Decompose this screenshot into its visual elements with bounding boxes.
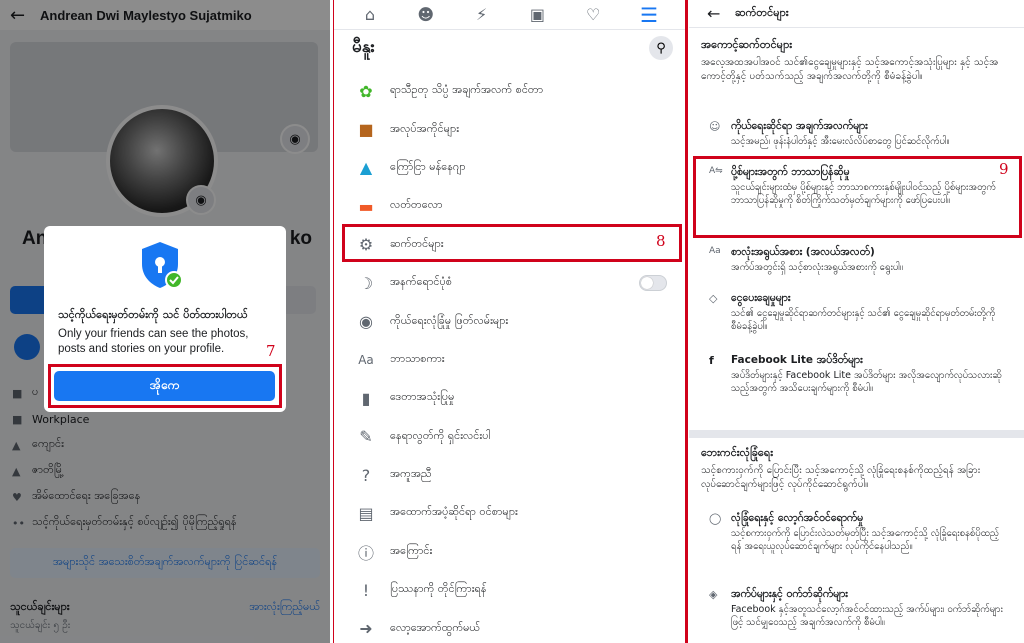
security-title: ဘေးကင်းလုံခြုံရေး bbox=[701, 446, 774, 459]
menu-item-dark-mode[interactable]: ☽ အနက်ရောင်ပုံစံ bbox=[334, 264, 685, 302]
settings-title: ဆက်တင်များ bbox=[735, 5, 789, 19]
home-icon[interactable]: ⌂ bbox=[355, 5, 385, 24]
highlight-box bbox=[693, 156, 1022, 238]
menu-item-label: ရာသီဥတု သိပ္ပံ အချက်အလက် စင်တာ bbox=[390, 83, 544, 97]
step-number: 7 bbox=[266, 342, 276, 360]
menu-item-logout[interactable]: ➜ လော့အောက်ထွက်မယ် bbox=[334, 609, 685, 643]
profile-locked-dialog: သင့်ကိုယ်ရေးမှတ်တမ်းကို သင် ပိတ်ထားပါတယ်… bbox=[44, 226, 286, 412]
settings-item-desc: အပ်ဒိတ်များနှင့် Facebook Lite အပ်ဒိတ်မျ… bbox=[731, 370, 1002, 394]
shield-icon: ◯ bbox=[709, 512, 722, 525]
payment-icon: ◇ bbox=[709, 292, 718, 305]
menu-item-label: ကြော်ငြာ မန်နေဂျာ bbox=[390, 159, 466, 173]
inbox-icon: ▤ bbox=[358, 503, 374, 523]
menu-item-label: အလုပ်အကိုင်များ bbox=[390, 121, 459, 135]
dialog-title: သင့်ကိုယ်ရေးမှတ်တမ်းကို သင် ပိတ်ထားပါတယ် bbox=[58, 308, 248, 321]
menu-list: ✿ ရာသီဥတု သိပ္ပံ အချက်အလက် စင်တာ ■ အလုပ်အက… bbox=[334, 72, 685, 643]
account-settings-desc: အလေ့အထအပါအဝင် သင်၏ငွေချေမှုများနှင့် သင့… bbox=[701, 57, 999, 82]
menu-item-data-usage[interactable]: ▮ ဒေတာအသုံးပြုမှု bbox=[334, 379, 685, 417]
menu-item-label: ကိုယ်ရေးလုံခြုံမှု ဖြတ်လမ်းများ bbox=[390, 313, 509, 327]
search-icon[interactable]: ⚲ bbox=[649, 36, 673, 60]
settings-item-desc: အက်ပ်အတွင်းရှိ သင့်စာလုံးအရွယ်အစားကို ရွ… bbox=[731, 262, 903, 273]
settings-item-desc: သင်၏ ငွေချေမှုဆိုင်ရာဆက်တင်များနှင့် သင်… bbox=[731, 308, 996, 332]
bar-chart-icon: ▮ bbox=[361, 388, 371, 408]
lock-icon: ◉ bbox=[359, 312, 373, 332]
settings-item-title: Facebook Lite အပ်ဒိတ်များ bbox=[731, 354, 863, 366]
menu-icon[interactable]: ☰ bbox=[634, 3, 664, 27]
messenger-icon[interactable]: ⚡ bbox=[467, 5, 497, 24]
recent-icon: ▬ bbox=[358, 196, 374, 216]
back-arrow-icon[interactable]: ← bbox=[707, 4, 735, 23]
moon-icon: ☽ bbox=[358, 273, 374, 293]
account-settings-title: အကောင့်ဆက်တင်များ bbox=[701, 38, 793, 51]
menu-item-about[interactable]: ⓘ အကြောင်း bbox=[334, 533, 685, 571]
person-icon: ☺ bbox=[709, 120, 721, 133]
settings-panel: ← ဆက်တင်များ အကောင့်ဆက်တင်များ အလေ့အထအပါ… bbox=[689, 0, 1024, 643]
top-tab-bar: ⌂ ☻ ⚡ ▣ ♡ ☰ bbox=[334, 0, 685, 30]
menu-item-label: ပြဿနာကို တိုင်ကြားရန် bbox=[390, 582, 487, 596]
warning-icon: ! bbox=[362, 580, 370, 600]
menu-item-label: လော့အောက်ထွက်မယ် bbox=[390, 620, 481, 634]
font-size-icon: Aa bbox=[709, 246, 721, 256]
broom-icon: ✎ bbox=[359, 427, 373, 447]
screenshot-collage: ← Andrean Dwi Maylestyo Sujatmiko ◉ ◉ An… bbox=[0, 0, 1024, 643]
settings-item-title: ကိုယ်ရေးဆိုင်ရာ အချက်အလက်များ bbox=[731, 120, 868, 132]
menu-item-clear-space[interactable]: ✎ နေရာလွတ်ကို ရှင်းလင်းပါ bbox=[334, 418, 685, 456]
language-icon: Aa bbox=[358, 352, 374, 367]
dark-mode-toggle[interactable] bbox=[639, 275, 667, 292]
settings-header: ← ဆက်တင်များ bbox=[689, 0, 1024, 28]
menu-item-privacy-shortcuts[interactable]: ◉ ကိုယ်ရေးလုံခြုံမှု ဖြတ်လမ်းများ bbox=[334, 302, 685, 340]
menu-item-climate[interactable]: ✿ ရာသီဥတု သိပ္ပံ အချက်အလက် စင်တာ bbox=[334, 72, 685, 110]
sprout-icon: ✿ bbox=[359, 81, 373, 101]
menu-item-support-inbox[interactable]: ▤ အထောက်အပံ့ဆိုင်ရာ ဝင်စာများ bbox=[334, 494, 685, 532]
friends-icon[interactable]: ☻ bbox=[411, 5, 441, 24]
menu-header: မီနူး ⚲ bbox=[334, 30, 685, 66]
facebook-icon: f bbox=[709, 354, 714, 367]
shield-lock-icon bbox=[142, 242, 183, 289]
cube-icon: ◈ bbox=[709, 588, 718, 601]
menu-title: မီနူး bbox=[352, 36, 375, 57]
menu-panel: ⌂ ☻ ⚡ ▣ ♡ ☰ မီနူး ⚲ ✿ ရာသီဥတု သိပ္ပံ အချက… bbox=[334, 0, 685, 643]
security-desc: သင့်စကားဝှက်ကို ပြောင်းပြီး သင့်အကောင့်သ… bbox=[701, 465, 981, 490]
menu-item-label: နေရာလွတ်ကို ရှင်းလင်းပါ bbox=[390, 428, 491, 442]
settings-item-title: ငွေပေးချေမှုများ bbox=[731, 292, 791, 304]
help-icon: ? bbox=[361, 465, 371, 485]
bell-icon[interactable]: ♡ bbox=[578, 5, 608, 24]
settings-item-title: စာလုံးအရွယ်အစား (အလယ်အလတ်) bbox=[731, 246, 875, 258]
profile-panel: ← Andrean Dwi Maylestyo Sujatmiko ◉ ◉ An… bbox=[0, 0, 330, 643]
menu-item-jobs[interactable]: ■ အလုပ်အကိုင်များ bbox=[334, 110, 685, 148]
settings-item-desc: သင့်အမည်၊ ဖုန်းနံပါတ်နှင့် အီးမေးလ်လိပ်စ… bbox=[731, 136, 950, 147]
settings-item-title: လုံခြုံရေးနှင့် လော့ဂ်အင်ဝင်ရောက်မှု bbox=[731, 512, 864, 524]
ok-button[interactable]: အိုကေ bbox=[54, 371, 275, 401]
menu-item-label: အထောက်အပံ့ဆိုင်ရာ ဝင်စာများ bbox=[390, 505, 518, 519]
briefcase-icon: ■ bbox=[358, 120, 374, 140]
highlight-box bbox=[342, 224, 682, 262]
marketplace-icon[interactable]: ▣ bbox=[522, 5, 552, 24]
ads-manager-icon: ▲ bbox=[359, 158, 373, 178]
settings-item-desc: Facebook နှင့်အတူသင်လော့ဂ်အင်ဝင်ထားသည့် … bbox=[731, 604, 1003, 628]
step-number: 9 bbox=[999, 160, 1009, 178]
logout-icon: ➜ bbox=[359, 619, 373, 639]
menu-item-ads-manager[interactable]: ▲ ကြော်ငြာ မန်နေဂျာ bbox=[334, 149, 685, 187]
step-number: 8 bbox=[656, 232, 666, 250]
menu-item-help[interactable]: ? အကူအညီ bbox=[334, 456, 685, 494]
menu-item-language[interactable]: Aa ဘာသာစကား bbox=[334, 341, 685, 379]
menu-item-label: အနက်ရောင်ပုံစံ bbox=[390, 275, 452, 289]
dialog-body: Only your friends can see the photos, po… bbox=[58, 328, 249, 355]
settings-item-desc: သင့်စကားဝှက်ကို ပြောင်းလဲသတ်မှတ်ပြီး သင့… bbox=[731, 528, 1000, 552]
menu-item-label: အကူအညီ bbox=[390, 467, 432, 481]
panel-border-right bbox=[685, 0, 688, 643]
menu-item-recent[interactable]: ▬ လတ်တလော bbox=[334, 187, 685, 225]
settings-item-title: အက်ပ်များနှင့် ဝက်ဘ်ဆိုက်များ bbox=[731, 588, 848, 600]
menu-item-label: အကြောင်း bbox=[390, 543, 433, 557]
menu-item-label: လတ်တလော bbox=[390, 198, 443, 212]
menu-item-label: ဒေတာအသုံးပြုမှု bbox=[390, 390, 455, 404]
info-icon: ⓘ bbox=[357, 543, 374, 563]
menu-item-label: ဘာသာစကား bbox=[390, 351, 445, 365]
menu-item-report-problem[interactable]: ! ပြဿနာကို တိုင်ကြားရန် bbox=[334, 571, 685, 609]
section-separator bbox=[689, 430, 1024, 438]
